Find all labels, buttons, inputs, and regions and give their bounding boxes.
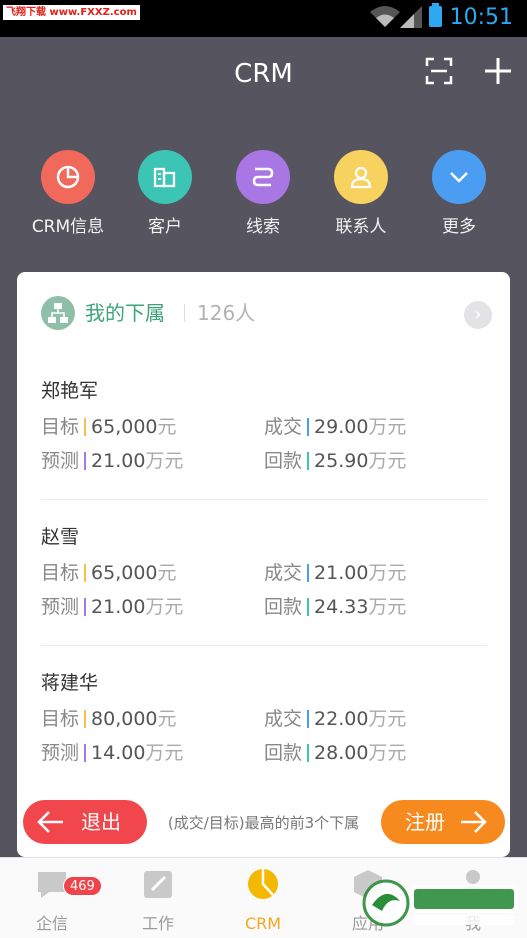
metric-value: 80,000 xyxy=(91,708,158,730)
metric-value: 21.00 xyxy=(314,562,369,584)
register-label: 注册 xyxy=(405,810,445,834)
metric-unit: 元 xyxy=(157,562,177,584)
person-name: 赵雪 xyxy=(41,526,80,548)
wifi-icon xyxy=(370,6,400,27)
list-item[interactable]: 郑艳军 目标 65,000元 成交 29.00万元 预测 21.00万元 回款 25.9… xyxy=(41,378,487,478)
status-bar: 飞翔下载 www.FXXZ.com 10:51 xyxy=(0,0,527,37)
route-icon xyxy=(236,150,290,204)
battery-icon xyxy=(429,3,442,27)
org-chart-icon xyxy=(41,296,75,330)
metric-label: 目标 xyxy=(41,416,80,438)
metric-unit: 万元 xyxy=(368,742,407,764)
metric-value: 65,000 xyxy=(91,416,158,438)
category-crm-info[interactable]: CRM信息 xyxy=(18,150,118,238)
category-leads[interactable]: 线索 xyxy=(213,150,313,238)
metric-value: 22.00 xyxy=(314,708,369,730)
pie-chart-icon xyxy=(41,150,95,204)
metric-unit: 万元 xyxy=(368,416,407,438)
metric-label: 成交 xyxy=(264,416,303,438)
signal-icon xyxy=(400,6,422,28)
metric-label: 成交 xyxy=(264,562,303,584)
subordinate-count: 126人 xyxy=(197,301,256,325)
divider xyxy=(41,499,487,500)
category-contacts[interactable]: 联系人 xyxy=(311,150,411,238)
metric-label: 目标 xyxy=(41,708,80,730)
category-label: CRM信息 xyxy=(31,217,105,237)
metric-unit: 万元 xyxy=(145,742,184,764)
tab-messages[interactable]: 企信 469 xyxy=(12,868,102,934)
metric-value: 21.00 xyxy=(91,596,146,618)
card-header[interactable]: 我的下属 126人 › xyxy=(41,296,492,330)
watermark-logo xyxy=(362,879,518,927)
metric-unit: 万元 xyxy=(368,562,407,584)
metric-label: 目标 xyxy=(41,562,80,584)
tab-label: 企信 xyxy=(35,914,68,933)
arrow-left-icon xyxy=(37,811,63,833)
divider xyxy=(41,645,487,646)
metric-value: 25.90 xyxy=(314,450,369,472)
edit-icon xyxy=(144,871,172,898)
tab-work[interactable]: 工作 xyxy=(118,868,198,934)
person-name: 郑艳军 xyxy=(41,380,99,402)
tab-label: CRM xyxy=(244,914,282,933)
tab-crm[interactable]: CRM xyxy=(223,868,303,934)
exit-button[interactable]: 退出 xyxy=(23,800,147,844)
metric-unit: 万元 xyxy=(368,596,407,618)
add-icon[interactable] xyxy=(484,57,512,85)
metric-value: 21.00 xyxy=(91,450,146,472)
subordinates-card: 我的下属 126人 › 郑艳军 目标 65,000元 成交 29.00万元 预测 21… xyxy=(17,272,510,857)
arrow-right-icon xyxy=(461,811,487,833)
metric-label: 成交 xyxy=(264,708,303,730)
metric-label: 回款 xyxy=(264,450,303,472)
clock: 10:51 xyxy=(449,5,513,30)
metric-unit: 元 xyxy=(157,416,177,438)
building-icon xyxy=(138,150,192,204)
metric-label: 回款 xyxy=(264,742,303,764)
metric-value: 28.00 xyxy=(314,742,369,764)
register-button[interactable]: 注册 xyxy=(381,800,505,844)
metric-label: 预测 xyxy=(41,742,80,764)
list-item[interactable]: 赵雪 目标 65,000元 成交 21.00万元 预测 21.00万元 回款 24.33… xyxy=(41,524,487,624)
metric-label: 回款 xyxy=(264,596,303,618)
category-label: 线索 xyxy=(246,217,280,237)
metric-unit: 万元 xyxy=(368,708,407,730)
metric-unit: 万元 xyxy=(145,450,184,472)
chevron-down-icon xyxy=(432,150,486,204)
exit-label: 退出 xyxy=(81,810,121,834)
person-icon xyxy=(334,150,388,204)
metric-label: 预测 xyxy=(41,596,80,618)
category-label: 客户 xyxy=(148,217,182,237)
watermark-text: 飞翔下载 www.FXXZ.com xyxy=(3,5,140,20)
scan-icon[interactable] xyxy=(425,57,453,85)
category-label: 联系人 xyxy=(335,217,387,237)
card-title: 我的下属 xyxy=(85,301,165,325)
unread-badge: 469 xyxy=(63,876,102,896)
metric-unit: 元 xyxy=(157,708,177,730)
metric-unit: 万元 xyxy=(145,596,184,618)
pie-chart-icon xyxy=(248,869,278,899)
metric-value: 65,000 xyxy=(91,562,158,584)
tab-label: 工作 xyxy=(141,914,174,933)
category-label: 更多 xyxy=(442,217,476,237)
metric-value: 29.00 xyxy=(314,416,369,438)
category-more[interactable]: 更多 xyxy=(409,150,509,238)
list-item[interactable]: 蒋建华 目标 80,000元 成交 22.00万元 预测 14.00万元 回款 28.0… xyxy=(41,670,487,770)
app-header: CRM xyxy=(0,37,527,112)
category-customer[interactable]: 客户 xyxy=(115,150,215,238)
divider xyxy=(184,304,185,322)
category-grid: CRM信息 客户 线索 联系人 更多 xyxy=(0,150,527,240)
metric-value: 24.33 xyxy=(314,596,369,618)
metric-value: 14.00 xyxy=(91,742,146,764)
metric-unit: 万元 xyxy=(368,450,407,472)
chevron-right-icon[interactable]: › xyxy=(464,301,492,329)
metric-label: 预测 xyxy=(41,450,80,472)
person-name: 蒋建华 xyxy=(41,672,99,694)
